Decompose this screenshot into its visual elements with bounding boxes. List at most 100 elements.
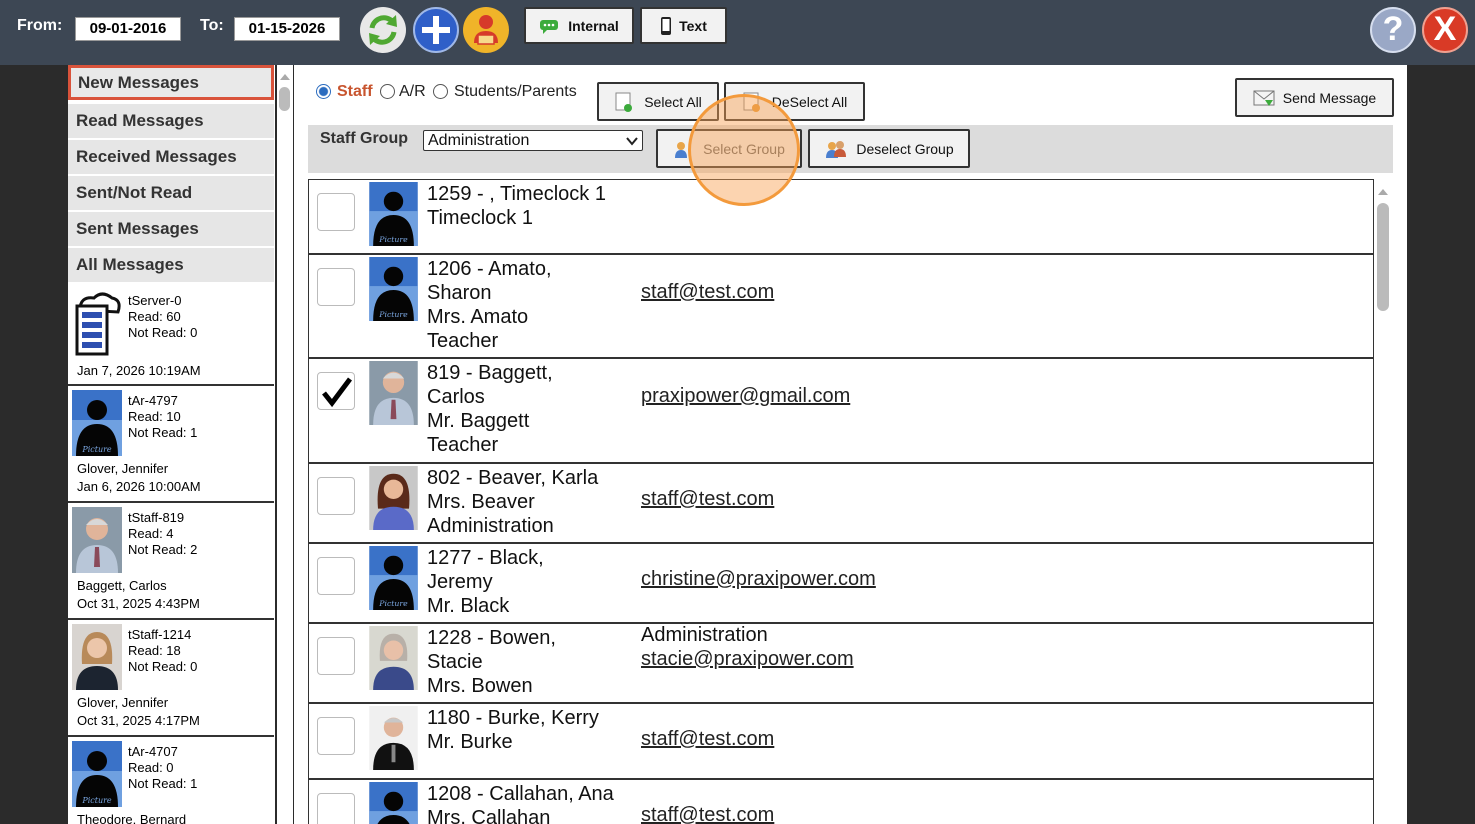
staff-row[interactable]: 819 - Baggett, Carlos Mr. Baggett Teache…	[309, 359, 1373, 464]
message-card[interactable]: tStaff-1214 Read: 18 Not Read: 0 Glover,…	[68, 620, 274, 737]
staff-line: Mr. Black	[427, 595, 510, 617]
message-card[interactable]: tServer-0 Read: 60 Not Read: 0 Jan 7, 20…	[68, 286, 274, 386]
radio-students-parents[interactable]	[433, 84, 448, 99]
svg-text:Picture: Picture	[378, 310, 408, 319]
card-read-count: Read: 18	[128, 643, 181, 658]
card-id: tStaff-1214	[128, 627, 192, 642]
help-button[interactable]: ?	[1370, 7, 1416, 53]
top-toolbar: From: 09-01-2016 To: 01-15-2026 Internal	[0, 0, 1475, 65]
staff-email-link[interactable]: praxipower@gmail.com	[641, 385, 850, 408]
nav-read-messages[interactable]: Read Messages	[68, 104, 274, 139]
text-button[interactable]: Text	[640, 7, 727, 44]
nav-new-messages[interactable]: New Messages	[68, 65, 274, 100]
staff-name-block: 1180 - Burke, Kerry Mr. Burke	[427, 706, 599, 754]
close-button[interactable]: X	[1422, 7, 1468, 53]
silhouette-avatar-icon: Picture	[369, 546, 418, 610]
sidebar-scroll-thumb[interactable]	[279, 87, 290, 111]
staff-email-link[interactable]: christine@praxipower.com	[641, 568, 876, 591]
row-checkbox[interactable]	[317, 477, 355, 515]
staff-line: 802 - Beaver, Karla	[427, 467, 599, 489]
row-checkbox[interactable]	[317, 193, 355, 231]
deselect-group-label: Deselect Group	[856, 140, 954, 157]
text-label: Text	[679, 17, 707, 34]
staff-name-block: 1208 - Callahan, Ana Mrs. Callahan	[427, 782, 614, 824]
radio-ar[interactable]	[380, 84, 395, 99]
staff-line: Teacher	[427, 434, 499, 456]
staff-line: Mrs. Callahan	[427, 807, 551, 824]
staff-line: Mr. Baggett	[427, 410, 530, 432]
staff-row[interactable]: 802 - Beaver, Karla Mrs. Beaver Administ…	[309, 464, 1373, 544]
send-message-button[interactable]: Send Message	[1235, 78, 1394, 117]
staff-email-link[interactable]: staff@test.com	[641, 804, 774, 824]
refresh-button[interactable]	[360, 7, 406, 53]
silhouette-avatar-icon: Picture	[369, 182, 418, 246]
sidebar-scrollbar[interactable]	[277, 65, 293, 824]
row-checkbox[interactable]	[317, 637, 355, 675]
select-all-icon	[615, 92, 633, 112]
row-checkbox[interactable]	[317, 268, 355, 306]
radio-staff[interactable]	[316, 84, 331, 99]
staff-group-bar: Staff Group Administration Select Group …	[308, 125, 1393, 173]
staff-email-link[interactable]: staff@test.com	[641, 281, 774, 304]
message-card[interactable]: Picture tAr-4707 Read: 0 Not Read: 1 The…	[68, 737, 274, 824]
card-name: Glover, Jennifer	[77, 695, 169, 710]
row-checkbox[interactable]	[317, 372, 355, 410]
nav-all-messages[interactable]: All Messages	[68, 248, 274, 283]
to-label: To:	[200, 17, 224, 34]
woman-photo-avatar	[369, 466, 418, 530]
to-date-input[interactable]: 01-15-2026	[234, 17, 340, 41]
staff-row[interactable]: Picture 1206 - Amato, Sharon Mrs. Amato …	[309, 255, 1373, 359]
deselect-group-button[interactable]: Deselect Group	[808, 129, 970, 168]
staff-row[interactable]: 1208 - Callahan, Ana Mrs. Callahan staff…	[309, 780, 1373, 824]
staff-row[interactable]: Picture 1277 - Black, Jeremy Mr. Black c…	[309, 544, 1373, 624]
card-name: Baggett, Carlos	[77, 578, 167, 593]
card-id: tAr-4797	[128, 393, 178, 408]
row-checkbox[interactable]	[317, 793, 355, 824]
right-margin	[1407, 65, 1475, 824]
staff-role: Administration	[641, 624, 768, 646]
reader-button[interactable]	[463, 7, 509, 53]
card-read-count: Read: 10	[128, 409, 181, 424]
compose-panel: Staff A/R Students/Parents Select All De…	[294, 65, 1407, 824]
staff-list: Picture 1259 - , Timeclock 1 Timeclock 1…	[308, 179, 1374, 824]
send-message-label: Send Message	[1282, 89, 1377, 106]
card-id: tAr-4707	[128, 744, 178, 759]
add-message-button[interactable]	[413, 7, 459, 53]
message-card[interactable]: tStaff-819 Read: 4 Not Read: 2 Baggett, …	[68, 503, 274, 620]
staff-line: Jeremy	[427, 571, 493, 593]
staff-line: Sharon	[427, 282, 492, 304]
staff-line: Mrs. Beaver	[427, 491, 535, 513]
phone-icon	[661, 16, 672, 35]
staff-group-label: Staff Group	[320, 130, 408, 147]
list-scroll-thumb[interactable]	[1377, 203, 1389, 311]
nav-sent-not-read[interactable]: Sent/Not Read	[68, 176, 274, 211]
row-checkbox[interactable]	[317, 717, 355, 755]
list-scrollbar[interactable]	[1374, 179, 1392, 824]
staff-email-link[interactable]: staff@test.com	[641, 488, 774, 511]
staff-row[interactable]: Picture 1259 - , Timeclock 1 Timeclock 1	[309, 180, 1373, 255]
staff-email-link[interactable]: stacie@praxipower.com	[641, 648, 854, 671]
internal-button[interactable]: Internal	[524, 7, 634, 44]
man-photo-avatar	[369, 361, 418, 425]
nav-sent-messages[interactable]: Sent Messages	[68, 212, 274, 247]
from-date-input[interactable]: 09-01-2016	[75, 17, 181, 41]
silhouette-avatar-icon	[369, 782, 418, 824]
message-card[interactable]: Picture tAr-4797 Read: 10 Not Read: 1 Gl…	[68, 386, 274, 503]
checkmark-icon	[322, 377, 352, 408]
staff-line: Administration	[427, 515, 554, 537]
staff-line: 1206 - Amato,	[427, 258, 552, 280]
staff-line: Carlos	[427, 386, 485, 408]
row-checkbox[interactable]	[317, 557, 355, 595]
staff-row[interactable]: 1228 - Bowen, Stacie Mrs. Bowen Administ…	[309, 624, 1373, 704]
server-avatar-icon	[72, 290, 122, 356]
staff-name-block: 1259 - , Timeclock 1 Timeclock 1	[427, 182, 606, 230]
staff-line: 1277 - Black,	[427, 547, 544, 569]
card-notread-count: Not Read: 0	[128, 325, 198, 340]
nav-received-messages[interactable]: Received Messages	[68, 140, 274, 175]
staff-row[interactable]: 1180 - Burke, Kerry Mr. Burke staff@test…	[309, 704, 1373, 780]
card-date: Jan 7, 2026 10:19AM	[77, 363, 201, 378]
radio-staff-label: Staff	[337, 83, 373, 100]
staff-group-select[interactable]: Administration	[423, 130, 643, 151]
staff-email-link[interactable]: staff@test.com	[641, 728, 774, 751]
svg-text:Picture: Picture	[378, 235, 408, 244]
